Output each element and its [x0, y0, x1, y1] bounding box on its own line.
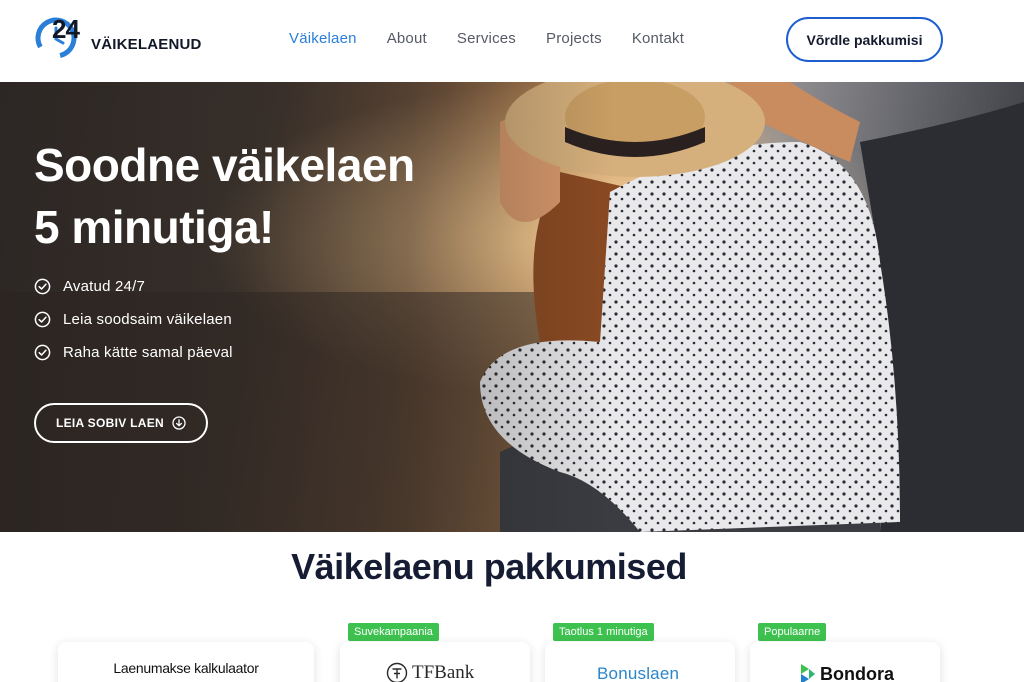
- hero-banner: Soodne väikelaen 5 minutiga! Avatud 24/7…: [0, 82, 1024, 532]
- feature-text: Leia soodsaim väikelaen: [63, 311, 232, 328]
- compare-offers-button[interactable]: Võrdle pakkumisi: [786, 17, 943, 62]
- check-circle-icon: [34, 344, 51, 361]
- arrow-down-circle-icon: [172, 416, 186, 430]
- feature-text: Raha kätte samal päeval: [63, 344, 233, 361]
- feature-list: Avatud 24/7 Leia soodsaim väikelaen Raha…: [34, 270, 233, 369]
- hero-title-line2: 5 minutiga!: [34, 201, 274, 253]
- logo-wordmark: VÄIKELAENUD: [91, 36, 202, 53]
- feature-item: Leia soodsaim väikelaen: [34, 303, 233, 336]
- offer-card-tfbank[interactable]: TFBank: [340, 642, 530, 682]
- find-loan-button[interactable]: LEIA SOBIV LAEN: [34, 403, 208, 443]
- calculator-title: Laenumakse kalkulaator: [113, 660, 259, 676]
- check-circle-icon: [34, 311, 51, 328]
- offer-card-bondora[interactable]: Bondora: [750, 642, 940, 682]
- tfbank-mark-icon: [386, 662, 408, 682]
- nav-item-projects[interactable]: Projects: [546, 30, 602, 50]
- nav-item-about[interactable]: About: [387, 30, 427, 50]
- feature-item: Raha kätte samal päeval: [34, 336, 233, 369]
- brand-name: Bondora: [820, 663, 894, 682]
- nav-item-vaikelaen[interactable]: Väikelaen: [289, 30, 357, 50]
- offer-badge: Suvekampaania: [348, 623, 439, 641]
- main-nav: Väikelaen About Services Projects Kontak…: [289, 30, 714, 50]
- site-header: 24 VÄIKELAENUD Väikelaen About Services …: [0, 0, 1024, 82]
- loan-calculator-card[interactable]: Laenumakse kalkulaator: [58, 642, 314, 682]
- find-loan-button-label: LEIA SOBIV LAEN: [55, 416, 165, 430]
- offer-card-bonuslaen[interactable]: Bonuslaen: [545, 642, 735, 682]
- feature-item: Avatud 24/7: [34, 270, 233, 303]
- offers-section-title: Väikelaenu pakkumised: [291, 546, 687, 587]
- bondora-logo: Bondora: [800, 663, 894, 682]
- nav-item-services[interactable]: Services: [457, 30, 516, 50]
- check-circle-icon: [34, 278, 51, 295]
- offer-badge: Taotlus 1 minutiga: [553, 623, 654, 641]
- brand-name: TFBank: [412, 662, 475, 682]
- feature-text: Avatud 24/7: [63, 278, 145, 295]
- bondora-mark-icon: [801, 664, 815, 682]
- logo-number: 24: [52, 14, 80, 44]
- offer-badge: Populaarne: [758, 623, 827, 641]
- hero-title-line1: Soodne väikelaen: [34, 139, 415, 191]
- hero-title: Soodne väikelaen 5 minutiga!: [34, 134, 554, 258]
- brand-name: Bonuslaen: [597, 664, 680, 682]
- tfbank-logo: TFBank: [386, 662, 474, 682]
- nav-item-kontakt[interactable]: Kontakt: [632, 30, 684, 50]
- site-logo[interactable]: 24 VÄIKELAENUD: [34, 14, 224, 64]
